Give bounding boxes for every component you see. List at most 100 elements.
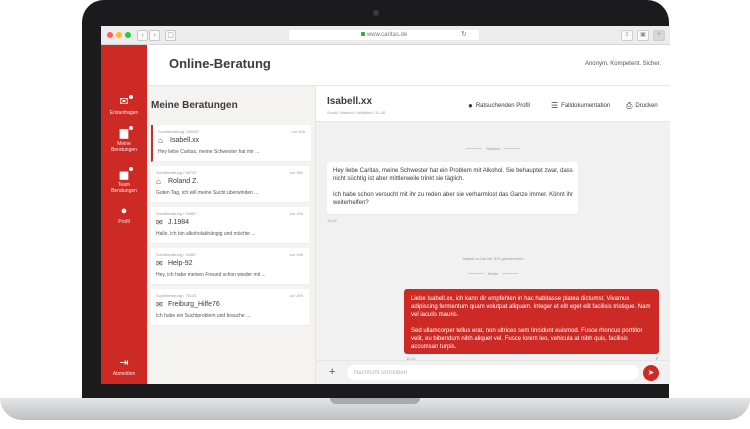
chat-icon: ▆ (119, 127, 129, 139)
tabs-icon[interactable]: ▣ (637, 30, 649, 41)
case-meta: Suchtberatung / 79124 (156, 293, 197, 298)
documentation-button-label: Falldokumentation (561, 103, 611, 109)
list-icon: ☰ (551, 101, 559, 110)
house-icon: ⌂ (156, 177, 161, 186)
sidebar-item-team-beratungen[interactable]: ▅ Team Beratungen (101, 166, 147, 194)
profile-button-label: Ratsuchenden Profil (475, 103, 530, 109)
page-title: Online-Beratung (169, 56, 271, 71)
chat-header: Isabell.xx Sucht / Alkohol / Weiblich / … (316, 86, 670, 122)
chat-panel: Isabell.xx Sucht / Alkohol / Weiblich / … (316, 86, 670, 384)
client-name: Roland Z. (168, 178, 199, 185)
maximize-window-icon[interactable] (125, 32, 131, 38)
tagline: Anonym. Kompetent. Sicher. (584, 61, 661, 67)
list-item[interactable]: Suchtberatung / 34887 vor 19h ✉ J.1984 H… (151, 207, 309, 244)
sidebar-item-label: Team Beratungen (111, 182, 137, 194)
app-header: Online-Beratung Anonym. Kompetent. Siche… (147, 45, 670, 86)
sidebar: ✉ Erstanfragen ▆ Meine Beratungen ▅ Team… (101, 45, 147, 384)
case-time: vor 19h (289, 211, 303, 216)
case-time: vor 40h (291, 129, 305, 134)
message-paragraph: Hey liebe Caritas, meine Schwester hat e… (333, 168, 573, 182)
client-name: Isabell.xx (170, 137, 200, 144)
send-button[interactable]: ➤ (643, 365, 659, 381)
notification-dot (128, 94, 134, 100)
chat-client-name: Isabell.xx (327, 96, 373, 107)
message-paragraph: Liebe Isabell.xx, ich kann dir empfehlen… (411, 296, 651, 318)
system-note: Isabell.xx hat mir 37h geschrieben (462, 256, 524, 261)
reload-icon[interactable]: ↻ (461, 30, 467, 38)
sidebar-item-label: Profil (118, 219, 130, 225)
case-meta: Suchtberatung / 34887 (156, 211, 197, 216)
list-item[interactable]: Suchtberatung / 48729 vor 38h ⌂ Roland Z… (151, 166, 309, 203)
message-snippet: Hey liebe Caritas, meine Schwester hat m… (158, 149, 260, 155)
house-icon: ⌂ (158, 136, 163, 145)
browser-toolbar: ‹ › ▢ www.caritas.de ↻ ⇪ ▣ + (101, 26, 670, 45)
client-name: Help-92 (168, 260, 193, 267)
message-time: 11:02 (327, 218, 337, 223)
back-icon[interactable]: ‹ (137, 30, 148, 41)
close-window-icon[interactable] (107, 32, 113, 38)
address-bar[interactable]: www.caritas.de (289, 30, 479, 40)
incoming-message: Hey liebe Caritas, meine Schwester hat e… (327, 162, 578, 214)
envelope-icon: ✉ (156, 300, 163, 309)
profile-button[interactable]: ● Ratsuchenden Profil (468, 101, 530, 110)
list-heading: Meine Beratungen (151, 100, 238, 111)
outgoing-message: Liebe Isabell.xx, ich kann dir empfehlen… (404, 289, 659, 354)
case-time: vor 38h (289, 170, 303, 175)
message-input[interactable] (347, 365, 639, 380)
message-snippet: Ich habe ein Suchtproblem und brauche ..… (156, 313, 251, 319)
sidebar-item-label: Erstanfragen (109, 110, 139, 116)
app: ✉ Erstanfragen ▆ Meine Beratungen ▅ Team… (101, 45, 670, 384)
case-meta: Suchtberatung / 48729 (156, 170, 197, 175)
message-snippet: Hey, ich habe meinen Freund schon wieder… (156, 272, 266, 278)
printer-icon: ⎙ (626, 101, 633, 110)
date-divider-label: Heute (487, 271, 499, 276)
user-icon: ● (468, 101, 473, 110)
share-icon[interactable]: ⇪ (621, 30, 633, 41)
print-button[interactable]: ⎙ Drucken (626, 101, 658, 111)
date-divider-label: Gestern (485, 146, 501, 151)
print-button-label: Drucken (635, 103, 658, 109)
message-paragraph: Sed ullamcorper tellus erat, non ultrice… (411, 328, 643, 350)
sidebar-item-label: Meine Beratungen (111, 141, 137, 153)
envelope-icon: ✉ (119, 96, 129, 108)
new-tab-icon[interactable]: + (653, 30, 665, 41)
sidebar-item-profil[interactable]: ● Profil (101, 205, 147, 225)
logout-label: Abmelden (112, 371, 136, 377)
envelope-icon: ✉ (156, 259, 163, 268)
team-icon: ▅ (119, 168, 129, 180)
minimize-window-icon[interactable] (116, 32, 122, 38)
list-item[interactable]: Suchtberatung / 79124 vor 20h ✉ Freiburg… (151, 289, 309, 326)
message-composer: + ➤ (316, 360, 670, 384)
consultation-list: Meine Beratungen Suchtberatung / 80053 v… (147, 86, 316, 384)
sidebar-item-meine-beratungen[interactable]: ▆ Meine Beratungen (101, 125, 147, 153)
camera-dot (373, 10, 379, 16)
case-meta: Suchtberatung / 34587 (156, 252, 197, 257)
logout-icon: ⇥ (119, 357, 129, 369)
list-item[interactable]: Suchtberatung / 80053 vor 40h ⌂ Isabell.… (151, 125, 311, 162)
sidebar-toggle-icon[interactable]: ▢ (165, 30, 176, 41)
notification-dot (128, 125, 134, 131)
laptop-screen: ‹ › ▢ www.caritas.de ↻ ⇪ ▣ + ✉ Erstanfra… (101, 26, 670, 384)
date-divider: Gestern (316, 146, 670, 151)
message-paragraph: Ich habe schon versucht mit ihr zu reden… (333, 192, 574, 206)
sidebar-item-erstanfragen[interactable]: ✉ Erstanfragen (101, 94, 147, 116)
user-icon: ● (120, 205, 128, 217)
url-text: www.caritas.de (366, 32, 408, 38)
list-item[interactable]: Suchtberatung / 34587 vor 19h ✉ Help-92 … (151, 248, 309, 285)
message-snippet: Hallo, ich bin alkoholabhängig und möcht… (156, 231, 256, 237)
notification-dot (128, 166, 134, 172)
date-divider: Heute (316, 271, 670, 276)
client-name: Freiburg_Hilfe76 (168, 301, 220, 308)
chat-client-topics: Sucht / Alkohol / Weiblich / 31-40 (327, 110, 386, 115)
documentation-button[interactable]: ☰ Falldokumentation (551, 101, 610, 110)
case-meta: Suchtberatung / 80053 (158, 129, 199, 134)
laptop-notch (330, 398, 420, 404)
forward-icon[interactable]: › (149, 30, 160, 41)
case-time: vor 20h (289, 293, 303, 298)
logout-button[interactable]: ⇥ Abmelden (101, 357, 147, 377)
envelope-icon: ✉ (156, 218, 163, 227)
message-snippet: Guten Tag, ich will meine Sucht überwind… (156, 190, 259, 196)
lock-icon (360, 32, 365, 37)
attach-icon[interactable]: + (329, 367, 335, 378)
client-name: J.1984 (168, 219, 190, 226)
